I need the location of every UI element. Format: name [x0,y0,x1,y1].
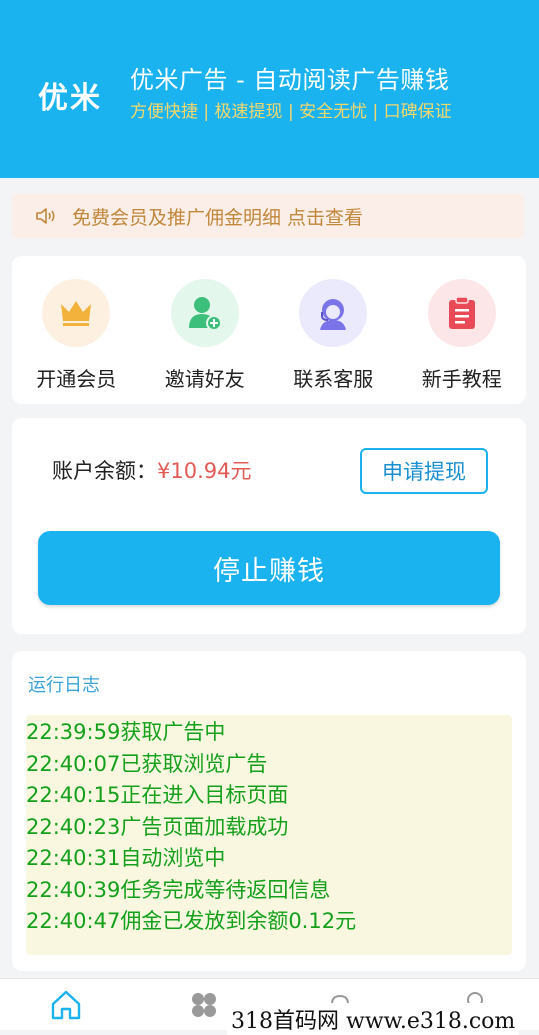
balance-row: 账户余额：¥10.94元 [52,455,251,485]
balance-card: 账户余额：¥10.94元 申请提现 停止赚钱 [12,418,526,634]
menu-label: 邀请好友 [164,367,245,391]
add-user-icon [170,279,239,347]
withdraw-button[interactable]: 申请提现 [360,448,488,494]
menu-item-support[interactable]: 联系客服 [269,256,398,404]
stop-earning-button[interactable]: 停止赚钱 [38,531,500,605]
app-subtitle: 方便快捷 | 极速提现 | 安全无忧 | 口碑保证 [130,102,452,122]
notice-text: 免费会员及推广佣金明细 点击查看 [72,206,364,229]
app-title: 优米广告 - 自动阅读广告赚钱 [130,66,450,94]
app-header: 优米 优米广告 - 自动阅读广告赚钱 方便快捷 | 极速提现 | 安全无忧 | … [0,0,539,178]
log-box: 22:39:59获取广告中 22:40:07已获取浏览广告 22:40:15正在… [26,715,512,955]
log-line: 22:40:47佣金已发放到余额0.12元 [26,909,357,933]
apps-icon[interactable] [184,985,224,1025]
notice-bar[interactable]: 免费会员及推广佣金明细 点击查看 [12,194,524,238]
menu-label: 联系客服 [293,367,374,391]
crown-icon [42,279,111,347]
quick-menu: 开通会员 邀请好友 联系客服 新手教程 [12,256,526,404]
watermark-text: 318首码网 www.e318.com [227,1003,520,1035]
menu-label: 开通会员 [36,367,117,391]
balance-label: 账户余额： [52,459,157,483]
log-title: 运行日志 [28,675,100,696]
menu-item-membership[interactable]: 开通会员 [12,256,141,404]
log-line: 22:40:07已获取浏览广告 [26,751,268,776]
app-logo: 优米 [38,81,102,116]
log-line: 22:40:31自动浏览中 [26,846,226,870]
customer-service-icon [299,279,368,347]
clipboard-icon [427,279,496,347]
log-line: 22:39:59获取广告中 [26,720,226,744]
menu-label: 新手教程 [421,367,502,391]
run-log-card: 运行日志 22:39:59获取广告中 22:40:07已获取浏览广告 22:40… [12,651,526,971]
menu-item-invite[interactable]: 邀请好友 [141,256,270,404]
speaker-icon [34,205,64,227]
menu-item-tutorial[interactable]: 新手教程 [398,256,527,404]
log-line: 22:40:39任务完成等待返回信息 [26,877,331,902]
log-line: 22:40:15正在进入目标页面 [26,783,289,807]
log-line: 22:40:23广告页面加载成功 [26,814,289,839]
balance-value: ¥10.94元 [157,459,252,483]
home-icon[interactable] [46,985,86,1025]
